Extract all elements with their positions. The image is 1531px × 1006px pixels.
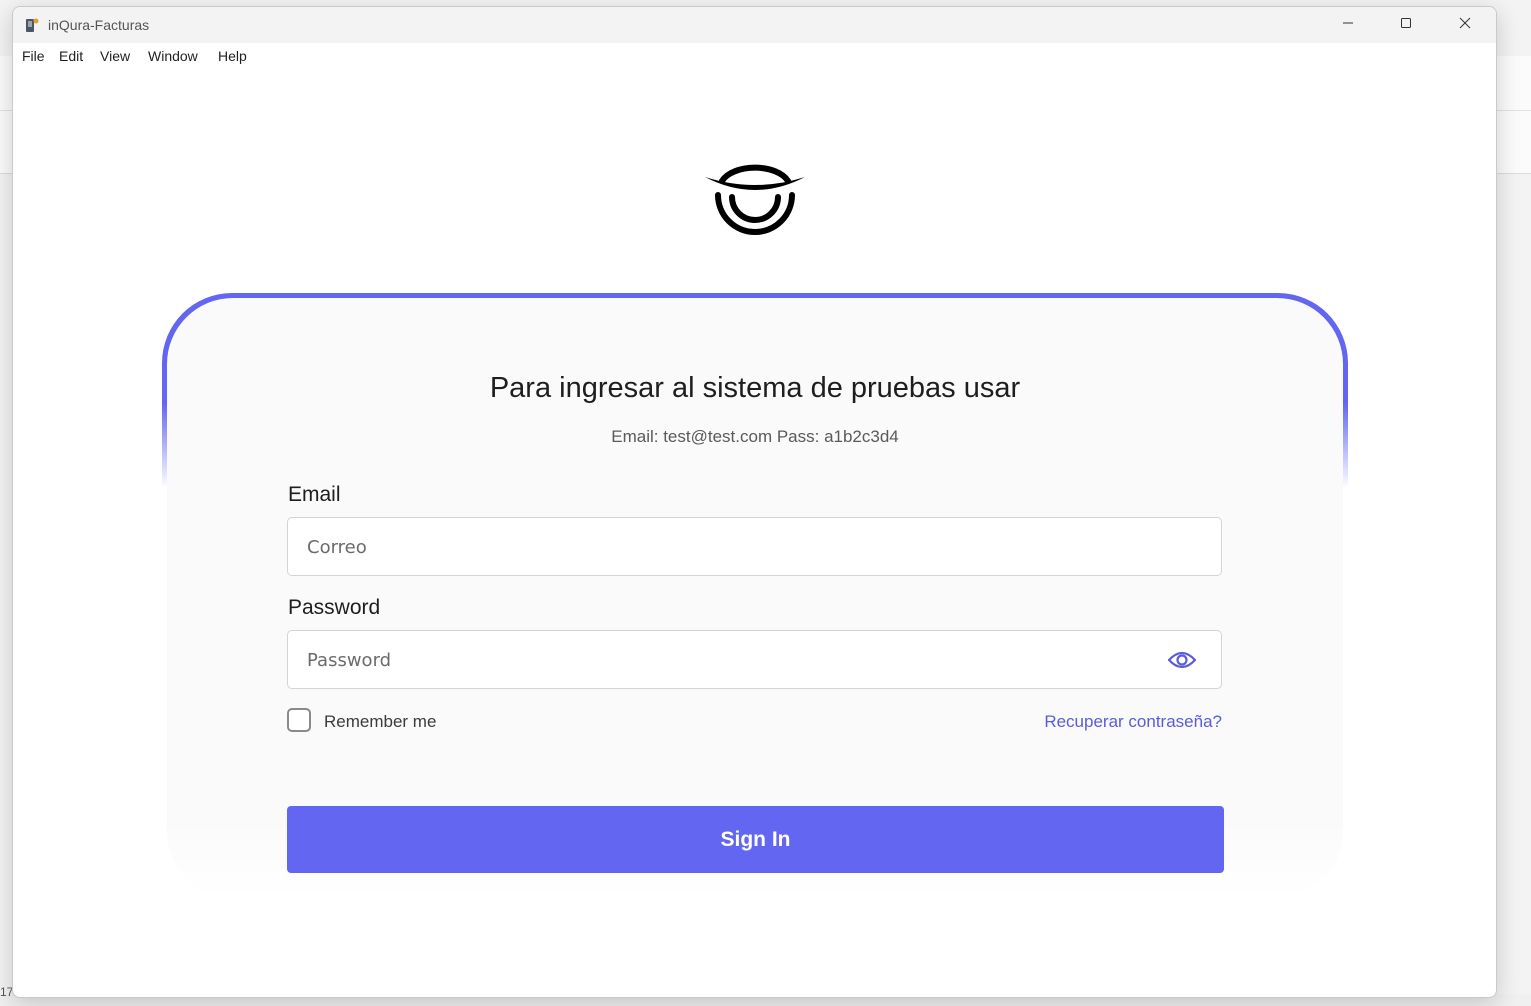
window-title: inQura-Facturas [48, 17, 150, 33]
email-label: Email [288, 483, 341, 506]
email-field[interactable]: Correo [287, 517, 1222, 576]
title-bar[interactable]: inQura-Facturas [13, 7, 1496, 43]
maximize-icon [1400, 16, 1412, 34]
sign-in-button[interactable]: Sign In [287, 806, 1224, 873]
minimize-button[interactable] [1319, 7, 1377, 43]
eye-icon[interactable] [1167, 647, 1197, 673]
card-body: Para ingresar al sistema de pruebas usar… [167, 298, 1343, 898]
menu-view[interactable]: View [100, 48, 130, 64]
app-window: inQura-Facturas File Edit View Window He… [12, 6, 1497, 998]
logo-icon [704, 157, 806, 237]
remember-me-label[interactable]: Remember me [324, 712, 436, 732]
close-button[interactable] [1436, 7, 1494, 43]
menu-window[interactable]: Window [148, 48, 198, 64]
email-placeholder: Correo [307, 537, 367, 558]
password-placeholder: Password [307, 650, 392, 671]
minimize-icon [1342, 16, 1354, 34]
test-credentials-text: Email: test@test.com Pass: a1b2c3d4 [611, 427, 899, 446]
maximize-button[interactable] [1377, 7, 1435, 43]
close-icon [1459, 16, 1471, 34]
menu-file[interactable]: File [22, 48, 45, 64]
app-icon [25, 17, 39, 33]
login-heading: Para ingresar al sistema de pruebas usar [489, 372, 1021, 404]
password-field[interactable]: Password [287, 630, 1222, 689]
menu-edit[interactable]: Edit [59, 48, 83, 64]
recover-password-link[interactable]: Recuperar contraseña? [1044, 712, 1222, 732]
login-card: Para ingresar al sistema de pruebas usar… [162, 293, 1348, 903]
menu-help[interactable]: Help [218, 48, 247, 64]
menu-bar: File Edit View Window Help [13, 43, 1496, 71]
password-label: Password [288, 596, 381, 619]
remember-me-checkbox[interactable] [287, 708, 311, 732]
